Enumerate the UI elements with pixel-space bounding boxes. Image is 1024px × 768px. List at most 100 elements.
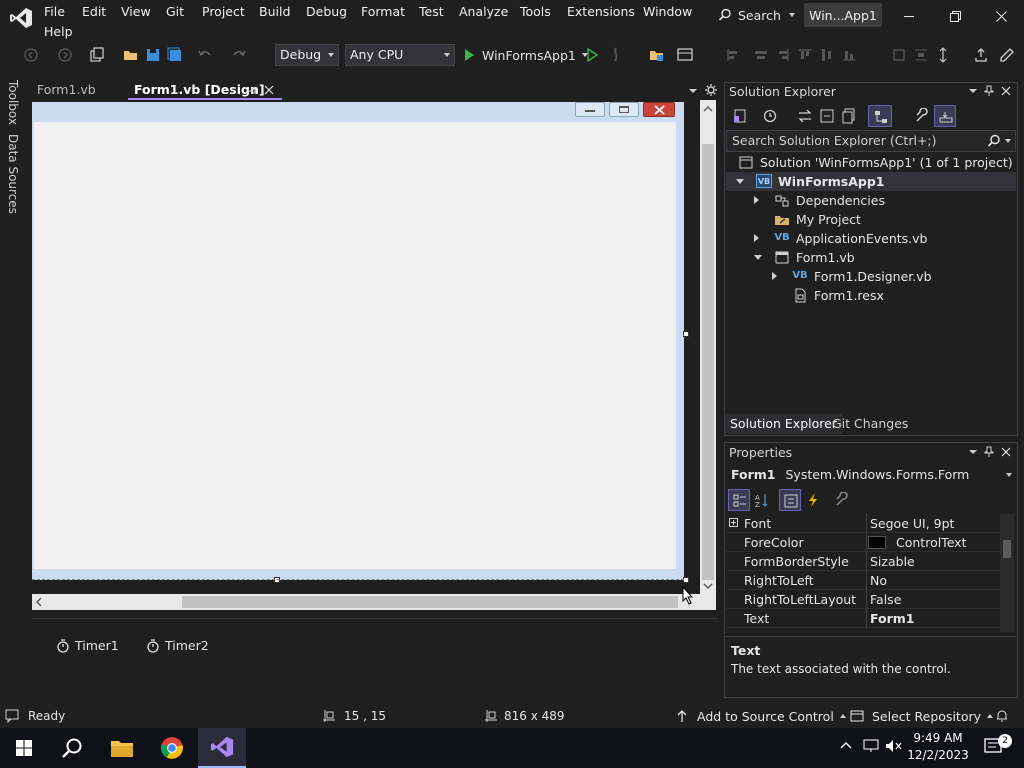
tab-overflow-dropdown-icon[interactable] bbox=[688, 87, 698, 95]
close-panel-icon[interactable] bbox=[1001, 447, 1011, 457]
menu-extensions[interactable]: Extensions bbox=[567, 4, 635, 20]
properties-view-toggle[interactable] bbox=[779, 489, 801, 511]
menu-view[interactable]: View bbox=[121, 4, 151, 20]
scroll-down-icon[interactable] bbox=[703, 582, 713, 590]
folder-view-icon[interactable] bbox=[648, 46, 666, 64]
solution-name-badge[interactable]: Win...App1 bbox=[804, 3, 882, 27]
layout-icon[interactable] bbox=[676, 46, 694, 64]
horizontal-scroll-thumb[interactable] bbox=[182, 596, 678, 608]
tab-solution-explorer[interactable]: Solution Explorer bbox=[725, 414, 842, 434]
menu-tools[interactable]: Tools bbox=[520, 4, 551, 20]
navigate-back-icon[interactable] bbox=[22, 46, 40, 64]
minimize-button[interactable] bbox=[886, 4, 932, 28]
tab-git-changes[interactable]: Git Changes bbox=[827, 414, 913, 434]
start-button[interactable] bbox=[0, 728, 48, 768]
new-project-icon[interactable] bbox=[88, 46, 106, 64]
property-row-formborderstyle[interactable]: FormBorderStyle Sizable bbox=[726, 552, 1000, 571]
scroll-left-icon[interactable] bbox=[35, 597, 43, 607]
sync-with-active-document-icon[interactable] bbox=[797, 108, 813, 124]
panel-options-icon[interactable] bbox=[968, 448, 978, 456]
form1-client-area[interactable] bbox=[34, 122, 676, 569]
open-folder-icon[interactable] bbox=[122, 46, 140, 64]
solution-explorer-search-input[interactable]: Search Solution Explorer (Ctrl+;) bbox=[726, 130, 1016, 152]
menu-help[interactable]: Help bbox=[44, 24, 73, 40]
properties-vertical-scrollbar[interactable] bbox=[1000, 514, 1014, 632]
align-rights-icon[interactable] bbox=[774, 46, 792, 64]
solution-platform-dropdown[interactable]: Any CPU bbox=[345, 44, 455, 66]
search-button[interactable]: Search bbox=[712, 3, 798, 27]
save-all-icon[interactable] bbox=[166, 46, 184, 64]
close-tab-icon[interactable] bbox=[264, 85, 274, 95]
navigate-forward-icon[interactable] bbox=[56, 46, 74, 64]
pin-icon[interactable] bbox=[984, 446, 994, 457]
switch-views-icon[interactable] bbox=[732, 108, 748, 124]
taskbar-clock[interactable]: 9:49 AM 12/2/2023 bbox=[904, 730, 972, 764]
start-debugging-button[interactable]: WinFormsApp1 bbox=[462, 45, 588, 65]
hot-reload-icon[interactable] bbox=[607, 46, 625, 64]
notifications-bell-icon[interactable] bbox=[995, 709, 1009, 723]
collapse-all-icon[interactable] bbox=[819, 108, 835, 124]
feedback-icon[interactable] bbox=[998, 46, 1016, 64]
align-bottoms-icon[interactable] bbox=[840, 46, 858, 64]
pending-changes-filter-icon[interactable] bbox=[762, 108, 778, 124]
property-pages-wrench-icon[interactable] bbox=[834, 492, 850, 508]
scroll-thumb[interactable] bbox=[1003, 540, 1011, 558]
restore-button[interactable] bbox=[932, 4, 978, 28]
select-repository-button[interactable]: Select Repository bbox=[850, 707, 994, 725]
close-panel-icon[interactable] bbox=[1001, 86, 1011, 96]
align-middles-icon[interactable] bbox=[818, 46, 836, 64]
toolbox-tab[interactable]: Toolbox bbox=[6, 80, 20, 125]
close-window-button[interactable] bbox=[978, 4, 1024, 28]
taskbar-search-button[interactable] bbox=[48, 728, 96, 768]
pin-icon[interactable] bbox=[984, 85, 994, 96]
menu-edit[interactable]: Edit bbox=[82, 4, 106, 20]
spacing-icon[interactable] bbox=[912, 46, 930, 64]
tree-item-my-project[interactable]: My Project bbox=[754, 210, 861, 229]
timer1-component[interactable]: Timer1 bbox=[56, 638, 119, 653]
notification-feedback-icon[interactable] bbox=[5, 709, 19, 723]
show-all-files-icon[interactable] bbox=[841, 108, 857, 124]
network-icon[interactable] bbox=[863, 739, 879, 753]
menu-git[interactable]: Git bbox=[166, 4, 184, 20]
menu-analyze[interactable]: Analyze bbox=[459, 4, 508, 20]
menu-window[interactable]: Window bbox=[643, 4, 692, 20]
tree-item-project[interactable]: VB WinFormsApp1 bbox=[736, 172, 885, 191]
align-tops-icon[interactable] bbox=[796, 46, 814, 64]
property-row-righttoleftlayout[interactable]: RightToLeftLayout False bbox=[726, 590, 1000, 609]
menu-test[interactable]: Test bbox=[419, 4, 444, 20]
align-centers-icon[interactable] bbox=[752, 46, 770, 64]
resize-handle-right[interactable] bbox=[683, 331, 689, 337]
tab-form1-design[interactable]: Form1.vb [Design] bbox=[128, 80, 282, 100]
menu-file[interactable]: File bbox=[44, 4, 65, 20]
pin-tab-icon[interactable] bbox=[246, 86, 256, 96]
properties-wrench-icon[interactable] bbox=[914, 108, 930, 124]
property-row-forecolor[interactable]: ForeColor ControlText bbox=[726, 533, 1000, 552]
property-row-text[interactable]: Text Form1 bbox=[726, 609, 1000, 628]
preview-toggle[interactable] bbox=[934, 105, 956, 127]
redo-icon[interactable] bbox=[230, 46, 248, 64]
events-lightning-icon[interactable] bbox=[805, 492, 821, 508]
tree-item-form1-designer[interactable]: VB Form1.Designer.vb bbox=[772, 267, 932, 286]
show-hidden-icons-chevron-icon[interactable] bbox=[840, 741, 852, 749]
taskbar-visual-studio[interactable] bbox=[198, 728, 246, 768]
menu-debug[interactable]: Debug bbox=[306, 4, 347, 20]
tree-item-form1[interactable]: Form1.vb bbox=[754, 248, 855, 267]
resize-handle-bottom[interactable] bbox=[274, 577, 280, 583]
property-row-font[interactable]: Font Segoe UI, 9pt bbox=[726, 514, 1000, 533]
tree-item-dependencies[interactable]: Dependencies bbox=[754, 191, 885, 210]
property-row-righttoleft[interactable]: RightToLeft No bbox=[726, 571, 1000, 590]
add-to-source-control-button[interactable]: Add to Source Control bbox=[676, 707, 846, 725]
volume-muted-icon[interactable] bbox=[885, 739, 903, 753]
tab-form1-vb[interactable]: Form1.vb bbox=[32, 80, 122, 100]
tree-item-application-events[interactable]: VB ApplicationEvents.vb bbox=[754, 229, 927, 248]
settings-gear-icon[interactable] bbox=[705, 84, 717, 96]
tree-item-solution[interactable]: Solution 'WinFormsApp1' (1 of 1 project) bbox=[738, 153, 1013, 172]
preview-selected-items-toggle[interactable] bbox=[868, 105, 892, 127]
save-icon[interactable] bbox=[144, 46, 162, 64]
expand-plus-icon[interactable] bbox=[729, 518, 738, 527]
tree-item-form1-resx[interactable]: Form1.resx bbox=[772, 286, 884, 305]
alphabetical-icon[interactable]: AZ bbox=[754, 492, 770, 508]
share-icon[interactable] bbox=[972, 46, 990, 64]
make-same-size-icon[interactable] bbox=[890, 46, 908, 64]
panel-options-icon[interactable] bbox=[968, 87, 978, 95]
